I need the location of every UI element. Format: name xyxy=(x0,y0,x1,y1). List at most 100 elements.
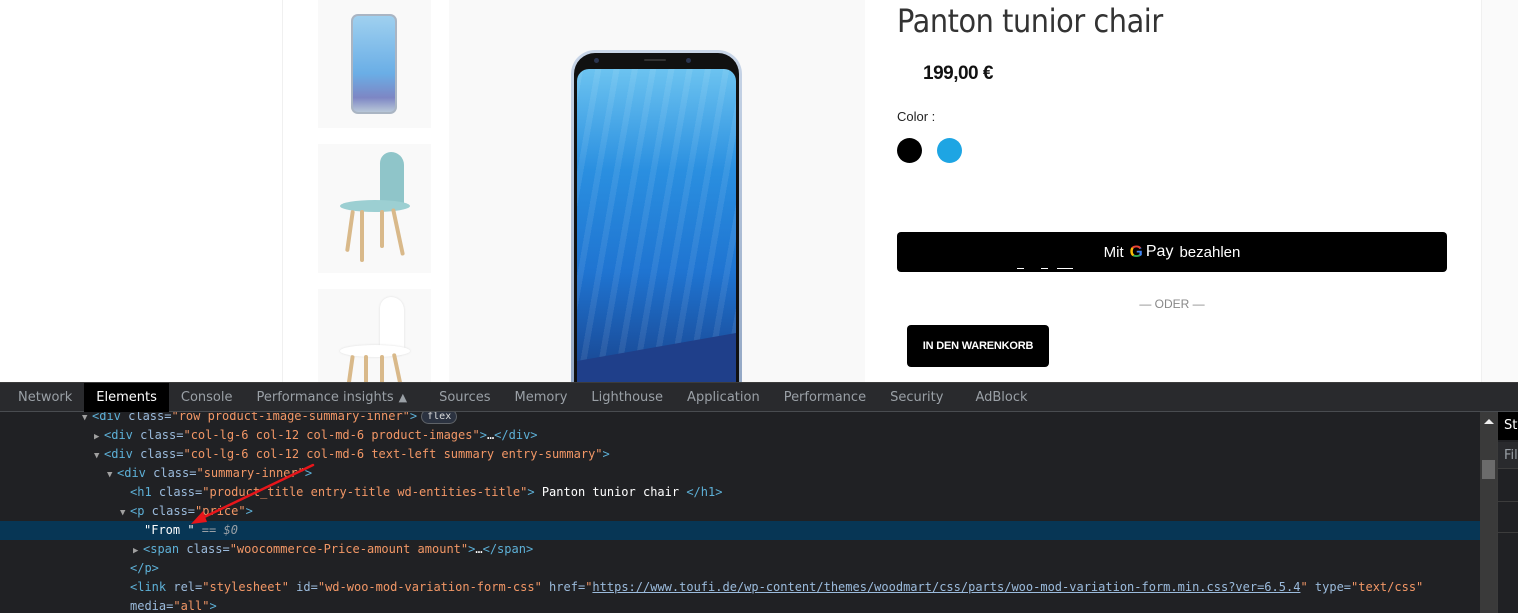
dom-node[interactable]: </p> xyxy=(0,559,1480,578)
scroll-up-arrow-icon[interactable] xyxy=(1484,419,1494,424)
gpay-pay-label: Pay xyxy=(1145,243,1174,260)
attr-value: "price" xyxy=(195,504,246,518)
ellipsis: … xyxy=(475,542,483,556)
tag-close: > xyxy=(209,599,217,613)
flex-badge[interactable]: flex xyxy=(421,412,458,424)
chair-leg xyxy=(345,354,355,382)
attr-value: "woocommerce-Price-amount amount" xyxy=(229,542,469,556)
tag-end: </span> xyxy=(482,542,534,556)
color-swatch-black[interactable] xyxy=(897,138,922,163)
attr-value: "text/css" xyxy=(1351,580,1424,594)
tag-end: </p> xyxy=(130,561,159,575)
attr-value: "wd-woo-mod-variation-form-css" xyxy=(317,580,542,594)
dom-node[interactable]: <link rel="stylesheet" id="wd-woo-mod-va… xyxy=(0,578,1480,597)
devtools-tab-bar: Network Elements Console Performance ins… xyxy=(0,382,1518,412)
tab-network[interactable]: Network xyxy=(0,383,84,412)
product-title: Panton tunior chair xyxy=(897,2,1163,40)
attr-name: class= xyxy=(132,447,184,461)
thumbnail-phone[interactable] xyxy=(318,0,431,128)
add-to-cart-button[interactable]: IN DEN WARENKORB xyxy=(907,325,1049,367)
style-rule xyxy=(1498,472,1518,502)
attr-name: media= xyxy=(130,599,174,613)
tag-open: <div xyxy=(104,447,133,461)
tag-close: > xyxy=(304,466,313,480)
tab-console[interactable]: Console xyxy=(169,383,245,412)
tab-application[interactable]: Application xyxy=(675,383,772,412)
web-page-viewport: Panton tunior chair 199,00 € Color : Mit… xyxy=(0,0,1518,382)
tab-lighthouse[interactable]: Lighthouse xyxy=(579,383,675,412)
tab-sources[interactable]: Sources xyxy=(419,383,502,412)
attr-name: class= xyxy=(145,466,197,480)
attr-name: type= xyxy=(1307,580,1352,594)
tag-open: <div xyxy=(117,466,146,480)
dom-node[interactable]: <h1 class="product_title entry-title wd-… xyxy=(0,483,1480,502)
thumbnail-white-chair[interactable] xyxy=(318,289,431,382)
node-text: "From " xyxy=(144,523,195,537)
tab-label: Performance insights xyxy=(256,390,394,405)
tab-performance-insights[interactable]: Performance insights ▲ xyxy=(245,383,420,412)
styles-side-panel: Styles Filter xyxy=(1497,412,1518,613)
attr-name: href= xyxy=(541,580,586,594)
tag-close: > xyxy=(479,428,487,442)
dom-tree-scrollbar[interactable] xyxy=(1480,412,1497,613)
stylesheet-link[interactable]: https://www.toufi.de/wp-content/themes/w… xyxy=(592,580,1300,594)
tab-elements[interactable]: Elements xyxy=(84,383,169,412)
tab-styles[interactable]: Styles xyxy=(1498,412,1518,440)
tab-memory[interactable]: Memory xyxy=(503,383,580,412)
tag-open: <div xyxy=(104,428,133,442)
style-rule xyxy=(1498,503,1518,533)
color-swatch-blue[interactable] xyxy=(937,138,962,163)
attr-name: class= xyxy=(132,428,184,442)
dom-node[interactable]: ▼ <div class="row product-image-summary-i… xyxy=(0,412,1480,426)
chair-leg xyxy=(391,208,405,256)
google-pay-button[interactable]: Mit G Pay bezahlen xyxy=(897,232,1447,272)
tag-open: <div xyxy=(92,412,121,423)
scrollbar-thumb[interactable] xyxy=(1482,460,1495,479)
attr-value: "summary-inner" xyxy=(196,466,305,480)
attr-name: class= xyxy=(151,485,203,499)
google-g-icon: G xyxy=(1129,242,1143,261)
gpay-prefix: Mit xyxy=(1103,243,1124,261)
attr-name: class= xyxy=(120,412,172,423)
attr-name: rel= xyxy=(166,580,203,594)
selected-marker: == $0 xyxy=(194,523,238,537)
dom-node-continuation[interactable]: media="all"> xyxy=(0,597,1480,613)
attr-value: "row product-image-summary-inner" xyxy=(171,412,410,423)
tag-close: > xyxy=(527,485,535,499)
attr-value: "product_title entry-title wd-entities-t… xyxy=(202,485,528,499)
thumbnail-teal-chair[interactable] xyxy=(318,144,431,273)
page-right-gutter xyxy=(1482,0,1518,382)
phone-thumbnail-image xyxy=(351,14,397,114)
tag-close: > xyxy=(245,504,253,518)
chair-leg xyxy=(391,353,405,382)
dom-node[interactable]: ▶ <div class="col-lg-6 col-12 col-md-6 pr… xyxy=(0,426,1480,445)
tag-close: > xyxy=(409,412,418,423)
tag-open: <h1 xyxy=(130,485,152,499)
attr-name: id= xyxy=(288,580,318,594)
devtools-panel: Network Elements Console Performance ins… xyxy=(0,382,1518,613)
attr-value: "stylesheet" xyxy=(202,580,289,594)
or-separator: — ODER — xyxy=(1139,297,1205,311)
main-product-image[interactable] xyxy=(449,0,865,382)
tab-security[interactable]: Security xyxy=(878,383,955,412)
dom-node[interactable]: ▼ <div class="col-lg-6 col-12 col-md-6 te… xyxy=(0,445,1480,464)
product-price: 199,00 € xyxy=(923,63,993,84)
node-text: Panton tunior chair xyxy=(534,485,687,499)
attr-name: class= xyxy=(144,504,196,518)
dom-node[interactable]: ▶ <span class="woocommerce-Price-amount a… xyxy=(0,540,1480,559)
dom-node[interactable]: ▼ <p class="price"> xyxy=(0,502,1480,521)
styles-filter-input[interactable]: Filter xyxy=(1498,442,1518,469)
chair-leg xyxy=(345,209,355,253)
tag-close: > xyxy=(602,447,610,461)
tag-end: </div> xyxy=(494,428,538,442)
attr-value: "all" xyxy=(173,599,210,613)
attr-name: class= xyxy=(179,542,230,556)
dom-node[interactable]: ▼ <div class="summary-inner"> xyxy=(0,464,1480,483)
tab-performance[interactable]: Performance xyxy=(772,383,878,412)
dom-node-selected[interactable]: "From " == $0 xyxy=(0,521,1480,540)
chair-leg xyxy=(360,210,364,262)
tab-adblock[interactable]: AdBlock xyxy=(955,383,1039,412)
attr-value: "col-lg-6 col-12 col-md-6 text-left summ… xyxy=(183,447,603,461)
phone-image xyxy=(571,50,742,382)
tag-end: </h1> xyxy=(686,485,723,499)
